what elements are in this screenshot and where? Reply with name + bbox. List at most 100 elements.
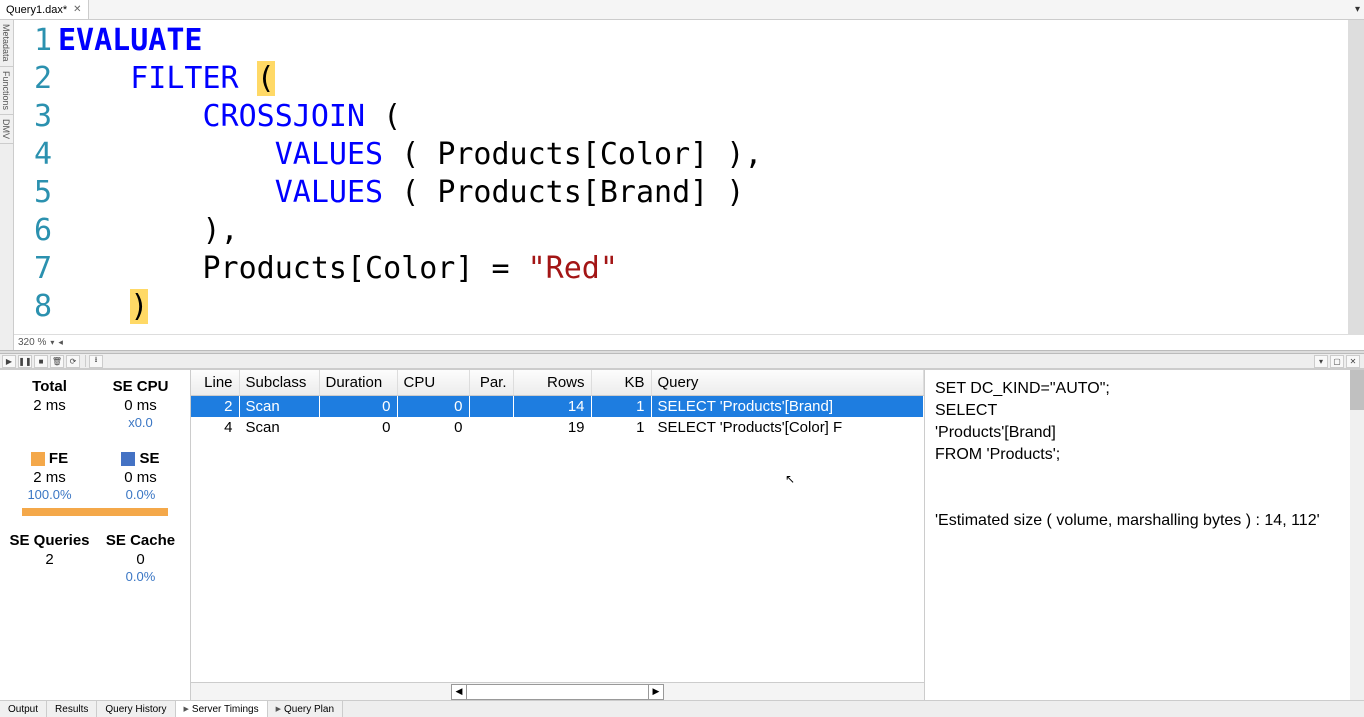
cell-duration: 0 — [319, 396, 397, 418]
timings-table[interactable]: Line Subclass Duration CPU Par. Rows KB … — [191, 370, 924, 682]
cell-kb: 1 — [591, 417, 651, 438]
line-num: 5 — [14, 174, 52, 212]
detail-vscroll[interactable] — [1350, 370, 1364, 700]
timings-table-wrap: Line Subclass Duration CPU Par. Rows KB … — [190, 370, 924, 700]
col-ref: Products[Brand] — [437, 175, 708, 210]
tab-overflow-icon[interactable]: ▾ — [1355, 4, 1364, 15]
col-duration[interactable]: Duration — [319, 370, 397, 396]
table-header-row: Line Subclass Duration CPU Par. Rows KB … — [191, 370, 924, 396]
cell-query: SELECT 'Products'[Brand] — [651, 396, 924, 418]
export-icon[interactable]: ⭳ — [89, 355, 103, 368]
pin-icon[interactable]: ▢ — [1330, 355, 1344, 368]
se-label: SE — [139, 450, 159, 467]
sidebar-tab-functions[interactable]: Functions — [0, 67, 13, 115]
kw-filter: FILTER — [130, 61, 238, 96]
fe-label: FE — [49, 450, 68, 467]
tab-results[interactable]: Results — [47, 701, 97, 717]
str-lit: "Red" — [528, 251, 618, 286]
sidebar-tab-metadata[interactable]: Metadata — [0, 20, 13, 67]
col-line[interactable]: Line — [191, 370, 239, 396]
secpu-label: SE CPU — [95, 378, 186, 395]
secache-sub: 0.0% — [95, 569, 186, 584]
editor-vscroll[interactable] — [1348, 20, 1364, 334]
close-icon[interactable]: ✕ — [73, 4, 81, 15]
col-query[interactable]: Query — [651, 370, 924, 396]
line-num: 8 — [14, 288, 52, 326]
tab-server-timings[interactable]: ▶Server Timings — [176, 701, 268, 717]
se-color-swatch — [121, 452, 135, 466]
table-row[interactable]: 2 Scan 0 0 14 1 SELECT 'Products'[Brand] — [191, 396, 924, 418]
se-value: 0 ms — [95, 469, 186, 486]
editor-tab[interactable]: Query1.dax* ✕ — [0, 0, 89, 19]
cell-cpu: 0 — [397, 396, 469, 418]
dropdown-icon[interactable]: ▾ — [1314, 355, 1328, 368]
sidebar-tab-dmv[interactable]: DMV — [0, 115, 13, 144]
table-row[interactable]: 4 Scan 0 0 19 1 SELECT 'Products'[Color]… — [191, 417, 924, 438]
tab-query-history[interactable]: Query History — [97, 701, 175, 717]
line-num: 7 — [14, 250, 52, 288]
clear-icon[interactable]: 🗑 — [50, 355, 64, 368]
col-kb[interactable]: KB — [591, 370, 651, 396]
code-body[interactable]: EVALUATE FILTER ( CROSSJOIN ( VALUES ( P… — [58, 20, 1364, 334]
col-ref: Products[Color] — [203, 251, 474, 286]
detail-line: 'Estimated size ( volume, marshalling by… — [935, 510, 1354, 532]
zoom-left-icon[interactable]: ◂ — [58, 337, 63, 348]
zoom-level[interactable]: 320 % — [18, 337, 46, 348]
zoom-dropdown-icon[interactable]: ▾ — [50, 338, 54, 347]
col-ref: Products[Color] — [437, 137, 708, 172]
col-rows[interactable]: Rows — [513, 370, 591, 396]
cell-kb: 1 — [591, 396, 651, 418]
pause-icon[interactable]: ❚❚ — [18, 355, 32, 368]
tab-bar: Query1.dax* ✕ ▾ — [0, 0, 1364, 20]
paren-close-hl: ) — [130, 289, 148, 324]
play-icon[interactable]: ▶ — [2, 355, 16, 368]
col-par[interactable]: Par. — [469, 370, 513, 396]
line-num: 3 — [14, 98, 52, 136]
line-num: 1 — [14, 22, 52, 60]
cell-subclass: Scan — [239, 417, 319, 438]
secpu-value: 0 ms — [95, 397, 186, 414]
zoom-bar: 320 % ▾ ◂ — [14, 334, 1364, 350]
line-num: 2 — [14, 60, 52, 98]
cell-query: SELECT 'Products'[Color] F — [651, 417, 924, 438]
secache-label: SE Cache — [95, 532, 186, 549]
play-icon: ▶ — [276, 705, 281, 713]
detail-line: FROM 'Products'; — [935, 444, 1354, 466]
scroll-right-icon[interactable]: ▶ — [648, 684, 664, 700]
sequeries-value: 2 — [4, 551, 95, 568]
kw-values: VALUES — [275, 137, 383, 172]
kw-values: VALUES — [275, 175, 383, 210]
play-icon: ▶ — [184, 705, 189, 713]
col-cpu[interactable]: CPU — [397, 370, 469, 396]
stop-icon[interactable]: ■ — [34, 355, 48, 368]
close-panel-icon[interactable]: ✕ — [1346, 355, 1360, 368]
sequeries-label: SE Queries — [4, 532, 95, 549]
code-editor[interactable]: 1 2 3 4 5 6 7 8 EVALUATE FILTER ( CROSSJ… — [14, 20, 1364, 334]
scroll-left-icon[interactable]: ◀ — [451, 684, 467, 700]
main-area: Metadata Functions DMV 1 2 3 4 5 6 7 8 E… — [0, 20, 1364, 350]
total-label: Total — [4, 378, 95, 395]
scroll-track[interactable] — [467, 684, 648, 700]
cell-duration: 0 — [319, 417, 397, 438]
cell-subclass: Scan — [239, 396, 319, 418]
detail-line: 'Products'[Brand] — [935, 422, 1354, 444]
table-hscroll[interactable]: ◀ ▶ — [191, 682, 924, 700]
fe-color-swatch — [31, 452, 45, 466]
fe-value: 2 ms — [4, 469, 95, 486]
stats-panel: Total 2 ms SE CPU 0 ms x0.0 FE 2 ms 100.… — [0, 370, 190, 700]
refresh-icon[interactable]: ⟳ — [66, 355, 80, 368]
se-sub: 0.0% — [95, 487, 186, 502]
col-subclass[interactable]: Subclass — [239, 370, 319, 396]
bottom-body: Total 2 ms SE CPU 0 ms x0.0 FE 2 ms 100.… — [0, 369, 1364, 700]
op-eq: = — [473, 251, 527, 286]
cell-rows: 19 — [513, 417, 591, 438]
bottom-panel: ▶ ❚❚ ■ 🗑 ⟳ ⭳ ▾ ▢ ✕ Total 2 ms SE CPU 0 m… — [0, 354, 1364, 700]
cell-par — [469, 396, 513, 418]
tab-query-plan[interactable]: ▶Query Plan — [268, 701, 343, 717]
fe-sub: 100.0% — [4, 487, 95, 502]
detail-line: SET DC_KIND="AUTO"; — [935, 378, 1354, 400]
fe-se-bar-chart — [22, 508, 168, 516]
line-gutter: 1 2 3 4 5 6 7 8 — [14, 20, 58, 334]
tab-output[interactable]: Output — [0, 701, 47, 717]
cell-line: 2 — [191, 396, 239, 418]
